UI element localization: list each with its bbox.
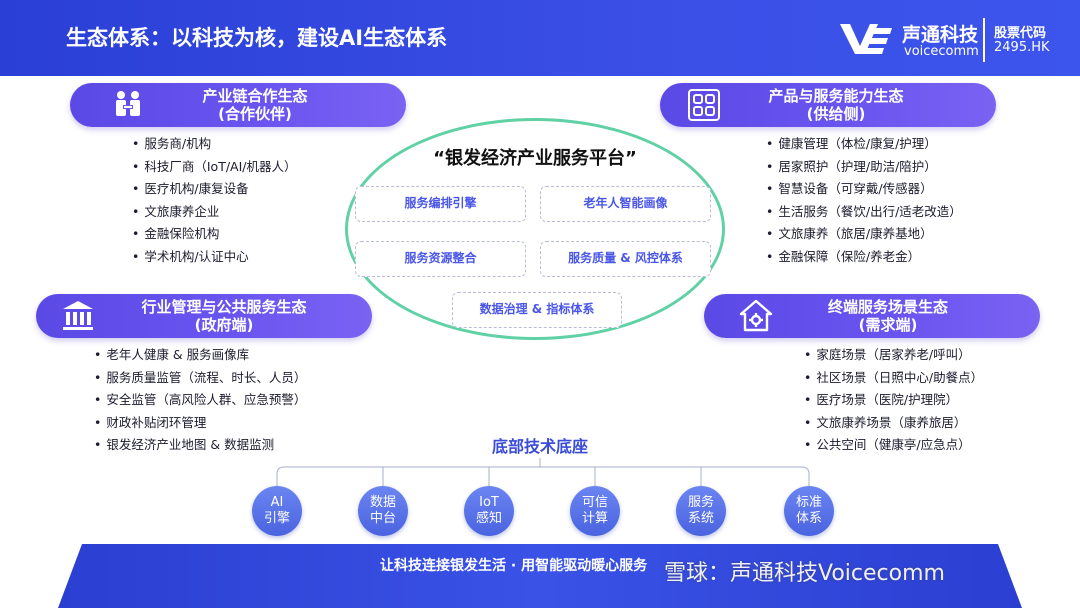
- list-item: 家庭场景（居家养老/呼叫）: [804, 344, 983, 367]
- government-list: 老年人健康 & 服务画像库 服务质量监管（流程、时长、人员） 安全监管（高风险人…: [94, 344, 306, 457]
- list-item: 智慧设备（可穿戴/传感器）: [766, 178, 962, 201]
- demand-title: 终端服务场景生态: [827, 298, 948, 316]
- list-item: 文旅康养企业: [132, 201, 297, 224]
- base-tech-title: 底部技术底座: [491, 437, 588, 456]
- supply-subtitle: (供给侧): [806, 105, 866, 123]
- list-item: 财政补贴闭环管理: [94, 412, 306, 435]
- partners-subtitle: (合作伙伴): [218, 105, 292, 123]
- list-item: 安全监管（高风险人群、应急预警）: [94, 389, 306, 412]
- list-item: 公共空间（健康亭/应急点）: [804, 434, 983, 457]
- stock-code-label: 股票代码: [994, 26, 1047, 41]
- base-circle-line2: 引擎: [263, 511, 290, 526]
- base-circle-line1: 服务: [687, 495, 714, 510]
- voicecomm-logo-icon: [840, 24, 892, 54]
- supply-list: 健康管理（体检/康复/护理） 居家照护（护理/助洁/陪护） 智慧设备（可穿戴/传…: [766, 133, 962, 269]
- list-item: 医疗场景（医院/护理院）: [804, 389, 983, 412]
- logo-divider: [983, 18, 985, 62]
- base-circle-iot-sensing: IoT 感知: [464, 486, 514, 536]
- demand-list: 家庭场景（居家养老/呼叫） 社区场景（日照中心/助餐点） 医疗场景（医院/护理院…: [804, 344, 983, 457]
- service-box-resource-integration: 服务资源整合: [355, 241, 526, 277]
- base-circle-line2: 感知: [475, 511, 502, 526]
- base-circle-line2: 中台: [369, 511, 396, 526]
- base-circle-line2: 系统: [687, 511, 714, 526]
- service-box-quality-risk: 服务质量 & 风控体系: [540, 241, 711, 277]
- list-item: 服务商/机构: [132, 133, 297, 156]
- list-item: 金融保险机构: [132, 223, 297, 246]
- home-gear-icon: [739, 299, 773, 332]
- list-item: 文旅康养场景（康养旅居）: [804, 412, 983, 435]
- base-circle-line1: 可信: [581, 495, 608, 510]
- supply-title: 产品与服务能力生态: [768, 87, 904, 105]
- partners-ecosystem-pill: 产业链合作生态 (合作伙伴): [70, 83, 406, 127]
- base-circle-line2: 体系: [795, 511, 822, 526]
- list-item: 健康管理（体检/康复/护理）: [766, 133, 962, 156]
- service-box-data-governance: 数据治理 & 指标体系: [452, 292, 622, 328]
- footer-slogan: 让科技连接银发生活 · 用智能驱动暖心服务: [380, 558, 648, 574]
- platform-title: “银发经济产业服务平台”: [433, 148, 637, 169]
- list-item: 老年人健康 & 服务画像库: [94, 344, 306, 367]
- list-item: 医疗机构/康复设备: [132, 178, 297, 201]
- company-logo: 声通科技 voicecomm 股票代码 2495.HK: [838, 14, 1072, 64]
- government-building-icon: [63, 301, 93, 330]
- list-item: 服务质量监管（流程、时长、人员）: [94, 367, 306, 390]
- list-item: 生活服务（餐饮/出行/适老改造）: [766, 201, 961, 224]
- list-item: 学术机构/认证中心: [132, 246, 297, 269]
- base-circle-data-platform: 数据 中台: [358, 486, 408, 536]
- list-item: 科技厂商（IoT/AI/机器人）: [132, 156, 296, 179]
- base-circle-line1: 标准: [795, 495, 822, 510]
- base-circle-ai-engine: AI 引擎: [252, 486, 302, 536]
- service-box-orchestration: 服务编排引擎: [355, 186, 526, 222]
- page-title: 生态体系：以科技为核，建设AI生态体系: [66, 26, 448, 50]
- demand-subtitle: (需求端): [858, 316, 918, 334]
- list-item: 社区场景（日照中心/助餐点）: [804, 367, 983, 390]
- base-circle-line2: 计算: [581, 511, 608, 526]
- base-circle-line1: AI: [270, 495, 284, 510]
- list-item: 金融保障（保险/养老金）: [766, 246, 962, 269]
- list-item: 文旅康养（旅居/康养基地）: [766, 223, 962, 246]
- government-ecosystem-pill: 行业管理与公共服务生态 (政府端): [36, 294, 372, 338]
- xueqiu-watermark: 雪球：声通科技Voicecomm: [664, 561, 945, 586]
- list-item: 银发经济产业地图 & 数据监测: [94, 434, 306, 457]
- government-subtitle: (政府端): [194, 316, 254, 334]
- logo-english-name: voicecomm: [904, 44, 979, 59]
- base-circle-line1: 数据: [369, 495, 396, 510]
- base-circle-standards: 标准 体系: [784, 486, 834, 536]
- partners-title: 产业链合作生态: [202, 87, 308, 105]
- logo-chinese-name: 声通科技: [902, 24, 979, 46]
- partners-list: 服务商/机构 科技厂商（IoT/AI/机器人） 医疗机构/康复设备 文旅康养企业…: [132, 133, 297, 269]
- base-circle-line1: IoT: [479, 495, 499, 510]
- stock-code-value: 2495.HK: [994, 40, 1050, 55]
- government-title: 行业管理与公共服务生态: [141, 298, 307, 316]
- grid-icon: [688, 89, 720, 121]
- list-item: 居家照护（护理/助洁/陪护）: [766, 156, 962, 179]
- header-bar: 生态体系：以科技为核，建设AI生态体系 声通科技 voicecomm 股票代码 …: [0, 0, 1080, 76]
- handshake-people-icon: [116, 91, 140, 116]
- demand-ecosystem-pill: 终端服务场景生态 (需求端): [704, 294, 1040, 338]
- base-circle-trusted-computing: 可信 计算: [570, 486, 620, 536]
- base-circle-service-system: 服务 系统: [676, 486, 726, 536]
- service-box-elder-profile: 老年人智能画像: [540, 186, 711, 222]
- supply-ecosystem-pill: 产品与服务能力生态 (供给侧): [660, 83, 996, 127]
